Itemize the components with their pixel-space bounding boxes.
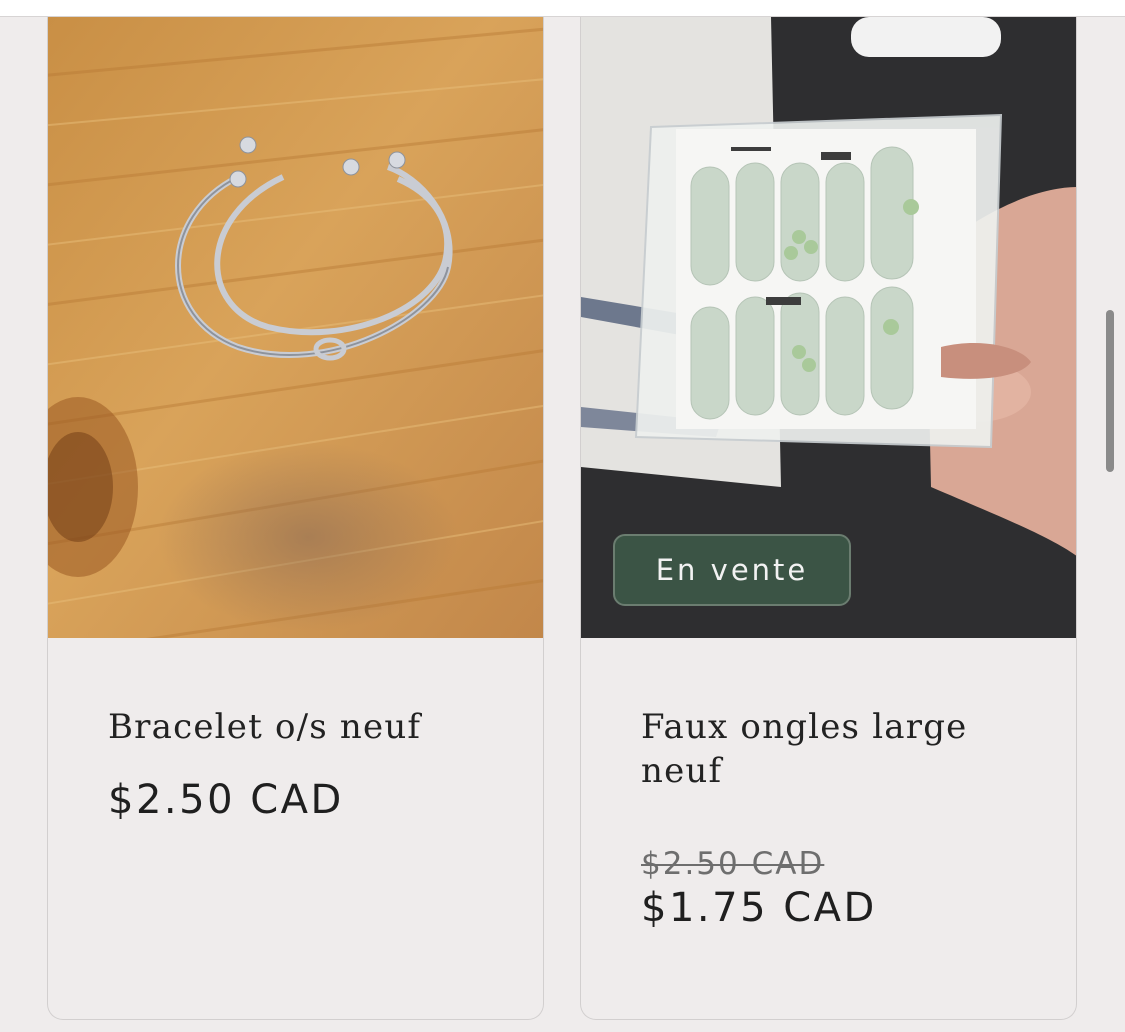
product-title[interactable]: Bracelet o/s neuf xyxy=(108,705,488,749)
product-title[interactable]: Faux ongles large neuf xyxy=(641,705,1021,793)
product-card-bracelet[interactable]: Bracelet o/s neuf $2.50 CAD xyxy=(47,17,544,1020)
top-bar xyxy=(0,0,1125,17)
bracelet-photo xyxy=(48,17,543,638)
sale-badge: En vente xyxy=(613,534,851,606)
product-compare-price: $2.50 CAD xyxy=(641,846,825,882)
product-sale-price: $1.75 CAD xyxy=(641,885,877,931)
scrollbar-thumb[interactable] xyxy=(1106,310,1114,472)
product-price: $2.50 CAD xyxy=(108,777,344,823)
product-image-bracelet[interactable] xyxy=(48,17,543,638)
product-image-faux-ongles[interactable]: En vente xyxy=(581,17,1076,638)
product-card-faux-ongles[interactable]: En vente Faux ongles large neuf $2.50 CA… xyxy=(580,17,1077,1020)
